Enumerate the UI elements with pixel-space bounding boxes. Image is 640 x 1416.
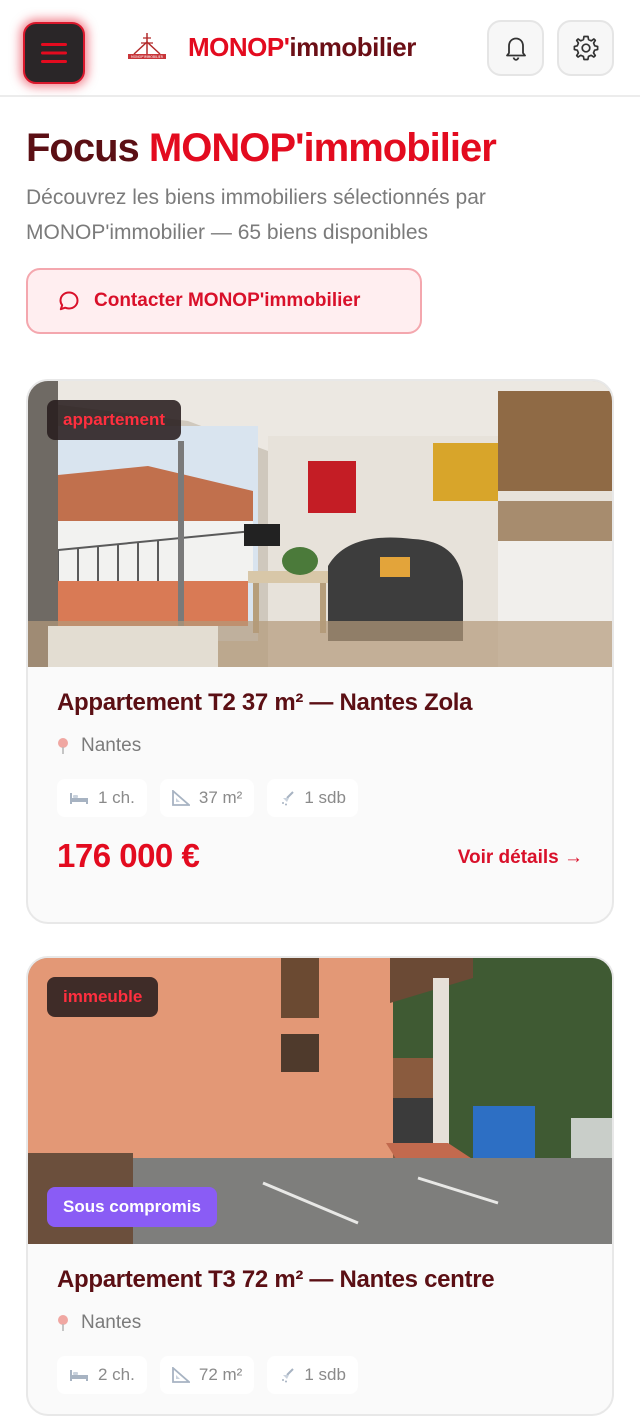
status-badge: Sous compromis [47,1187,217,1227]
property-type-badge: immeuble [47,977,159,1017]
property-features: 2 ch. 72 m² 1 sdb [57,1356,358,1394]
area-chip: 72 m² [159,1356,255,1394]
property-photo: immeuble Sous compromis [28,958,612,1244]
top-app-bar: MONOP'IMMOBILIER MONOP'immobilier [0,0,640,97]
page-title: Focus MONOP'immobilier [26,126,497,171]
property-type-badge: appartement [47,400,182,440]
property-price: 176 000 € [57,837,200,874]
page-subtitle: Découvrez les biens immobiliers sélectio… [26,186,486,244]
bed-icon [70,793,88,804]
area-value: 37 m² [198,788,243,807]
shower-icon [282,791,295,806]
bathrooms-chip: 1 sdb [267,1356,358,1394]
ruler-icon [171,1367,190,1383]
ruler-icon [171,790,190,806]
bedrooms-chip: 1 ch. [57,779,147,817]
contact-button-label: Contacter MONOP'immobilier [94,290,361,311]
logo-icon: MONOP'IMMOBILIER [128,33,166,59]
brand-name-dark: immobilier [289,32,416,62]
location-pin-icon [58,1315,68,1331]
shower-icon [282,1368,295,1383]
property-title[interactable]: Appartement T3 72 m² — Nantes centre [57,1266,495,1294]
property-title[interactable]: Appartement T2 37 m² — Nantes Zola [57,689,473,717]
contact-button[interactable]: Contacter MONOP'immobilier [26,268,422,334]
property-location: Nantes [57,735,141,757]
bathrooms-value: 1 sdb [304,1365,346,1384]
settings-button[interactable] [557,20,614,76]
property-card[interactable]: appartement Appartement T2 37 m² — Nante… [26,379,614,924]
property-photo: appartement [28,381,612,667]
bedrooms-value: 1 ch. [98,788,135,807]
property-card[interactable]: immeuble Sous compromis Appartement T3 7… [26,956,614,1416]
menu-icon [41,43,67,63]
logo-text: MONOP'IMMOBILIER [131,55,164,59]
property-location: Nantes [57,1312,141,1334]
area-value: 72 m² [198,1365,243,1384]
area-chip: 37 m² [159,779,255,817]
property-city: Nantes [81,1312,142,1333]
bathrooms-value: 1 sdb [304,788,346,807]
location-pin-icon [58,738,68,754]
notifications-button[interactable] [487,20,544,76]
page-title-dark: Focus [26,126,140,170]
chat-bubble-icon [59,291,79,311]
bedrooms-value: 2 ch. [98,1365,135,1384]
view-details-link[interactable]: Voir détails → [458,847,583,869]
brand-name: MONOP'immobilier [188,32,416,63]
bed-icon [70,1370,88,1381]
bedrooms-chip: 2 ch. [57,1356,147,1394]
page-title-red: MONOP'immobilier [148,126,497,170]
property-features: 1 ch. 37 m² 1 sdb [57,779,358,817]
property-city: Nantes [81,735,142,756]
gear-icon [573,35,598,61]
bathrooms-chip: 1 sdb [267,779,358,817]
menu-button[interactable] [23,22,85,84]
brand-name-red: MONOP' [188,32,290,62]
bell-icon [505,37,526,61]
